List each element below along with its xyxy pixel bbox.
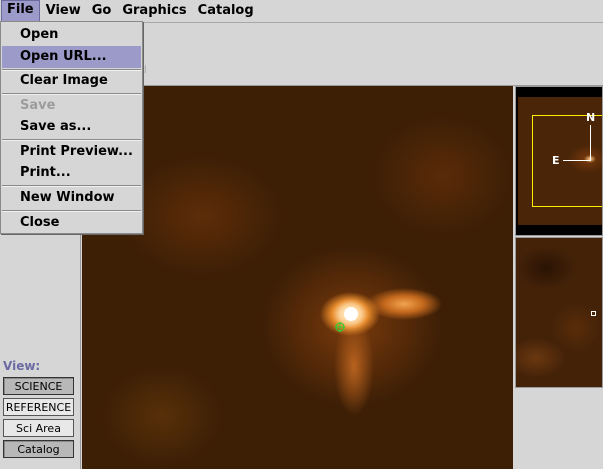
north-arrow-icon — [590, 125, 591, 160]
menu-item-close[interactable]: Close — [2, 212, 141, 234]
status-area — [513, 389, 603, 469]
zoom-window — [515, 237, 603, 388]
menu-graphics[interactable]: Graphics — [117, 1, 191, 21]
menu-item-open-url[interactable]: Open URL... — [2, 46, 141, 68]
pan-window[interactable]: N E — [515, 86, 603, 236]
menu-item-clear-image[interactable]: Clear Image — [2, 70, 141, 92]
reference-button[interactable]: REFERENCE — [3, 398, 74, 416]
menu-item-save: Save — [20, 98, 56, 113]
menu-file[interactable]: File — [1, 0, 40, 22]
file-menu-dropdown: Open Open URL... Clear Image Save Save a… — [0, 21, 143, 234]
bright-source — [344, 307, 358, 321]
menu-item-print-preview[interactable]: Print Preview... — [2, 141, 141, 163]
menu-item-open[interactable]: Open — [2, 24, 141, 46]
east-arrow-icon — [563, 160, 591, 161]
east-label: E — [552, 154, 560, 167]
sci-area-button[interactable]: Sci Area — [3, 419, 74, 437]
view-label: View: — [3, 359, 41, 373]
menu-item-new-window[interactable]: New Window — [2, 187, 141, 209]
menu-item-save-as[interactable]: Save as... — [2, 116, 141, 138]
menu-catalog[interactable]: Catalog — [193, 1, 259, 21]
menu-view[interactable]: View — [41, 1, 86, 21]
science-button[interactable]: SCIENCE — [3, 377, 74, 395]
pan-viewport-box[interactable] — [532, 115, 602, 207]
menubar: File View Go Graphics Catalog — [0, 0, 603, 23]
menu-item-print[interactable]: Print... — [2, 162, 141, 184]
zoom-cursor-marker — [591, 311, 596, 316]
north-label: N — [586, 111, 596, 124]
menu-go[interactable]: Go — [87, 1, 117, 21]
crosshair-marker-icon — [335, 322, 345, 332]
science-image-canvas[interactable] — [82, 86, 513, 469]
catalog-button[interactable]: Catalog — [3, 440, 74, 458]
